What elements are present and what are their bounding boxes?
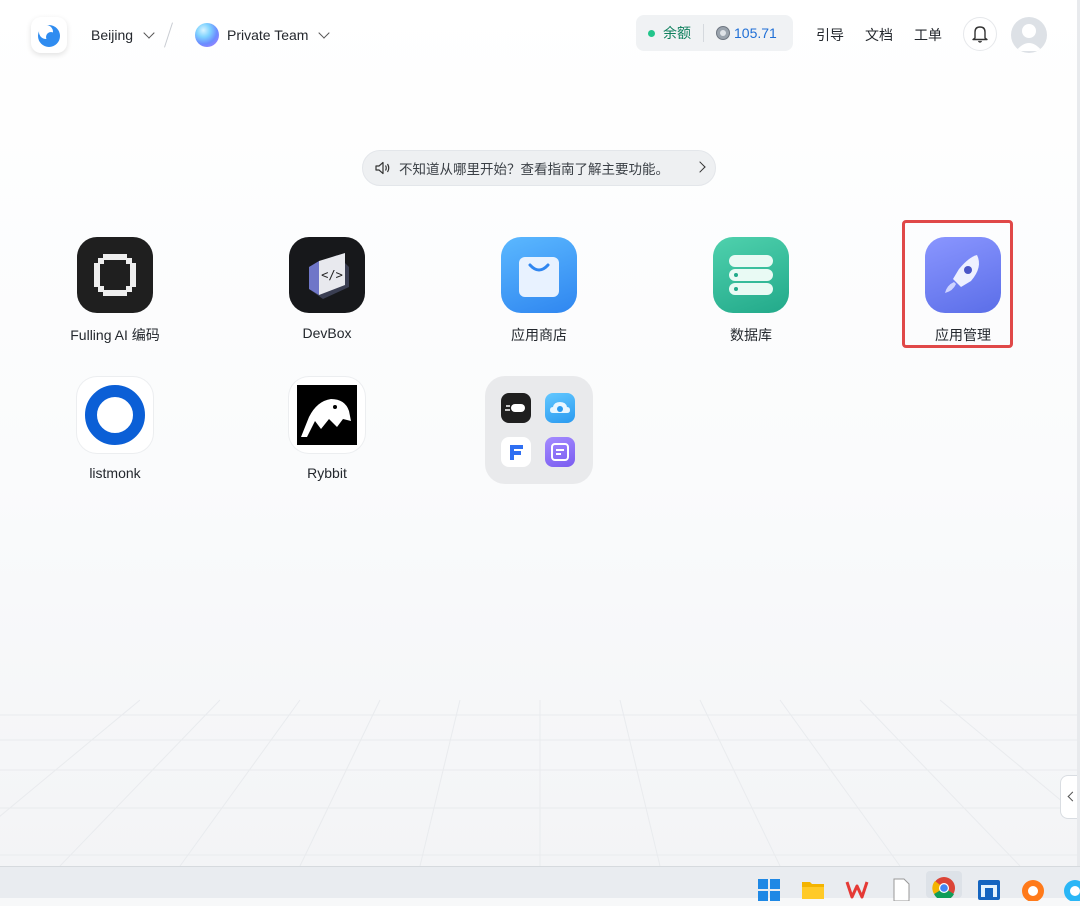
app-store[interactable]: 应用商店	[459, 237, 619, 345]
team-selector[interactable]: Private Team	[195, 23, 331, 47]
windows-start-icon[interactable]	[757, 877, 781, 901]
chrome-icon[interactable]	[926, 871, 962, 901]
balance-label: 余额	[663, 25, 691, 41]
form-icon	[545, 437, 575, 467]
app-fulling-ai[interactable]: Fulling AI 编码	[35, 237, 195, 345]
devbox-icon: </>	[289, 237, 365, 313]
nav-docs-link[interactable]: 文档	[865, 25, 893, 45]
chevron-right-icon	[694, 161, 706, 173]
windows-taskbar	[0, 866, 1080, 902]
chevron-down-icon	[143, 26, 155, 39]
fulling-ai-icon	[77, 237, 153, 313]
guide-banner-text: 不知道从哪里开始？查看指南了解主要功能。	[399, 162, 669, 177]
wps-icon[interactable]	[845, 877, 869, 901]
app-label: 数据库	[730, 327, 772, 343]
balance-widget[interactable]: 余额 105.71	[636, 15, 793, 51]
listmonk-ring-icon	[77, 377, 153, 453]
sealos-logo[interactable]	[31, 17, 67, 53]
app-store-bag-icon	[501, 237, 577, 313]
speed-icon	[501, 393, 531, 423]
app-folder[interactable]	[485, 376, 593, 484]
browser-icon[interactable]	[1063, 877, 1080, 902]
region-label: Beijing	[91, 27, 134, 43]
app-label: listmonk	[89, 465, 141, 481]
speaker-icon	[375, 161, 390, 175]
nav-ticket-link[interactable]: 工单	[914, 25, 942, 45]
user-avatar[interactable]	[1011, 17, 1047, 53]
app-label: Rybbit	[307, 465, 347, 481]
orange-app-icon[interactable]	[1021, 877, 1045, 902]
app-devbox[interactable]: </> DevBox	[247, 237, 407, 341]
highlight-box	[902, 220, 1013, 348]
nav-guide-link[interactable]: 引导	[816, 25, 844, 45]
chevron-down-icon	[318, 26, 331, 39]
app-rybbit[interactable]: Rybbit	[247, 377, 407, 481]
balance-divider	[703, 24, 704, 42]
f-logo-icon	[501, 437, 531, 467]
breadcrumb-separator	[164, 22, 173, 48]
balance-value: 105.71	[734, 25, 777, 41]
app-database[interactable]: 数据库	[671, 237, 831, 345]
guide-banner[interactable]: 不知道从哪里开始？查看指南了解主要功能。	[362, 150, 716, 186]
app-window-icon[interactable]	[977, 877, 1001, 901]
rybbit-frog-icon	[289, 377, 365, 453]
file-explorer-icon[interactable]	[801, 877, 825, 901]
blank-file-icon[interactable]	[889, 877, 913, 902]
app-label: 应用商店	[511, 327, 567, 343]
cloud-icon	[545, 393, 575, 423]
balance-status-dot	[648, 29, 655, 37]
app-label: DevBox	[302, 325, 352, 341]
database-icon	[713, 237, 789, 313]
svg-text:</>: </>	[321, 268, 343, 282]
app-label: Fulling AI 编码	[70, 327, 160, 343]
app-listmonk[interactable]: listmonk	[35, 377, 195, 481]
region-selector[interactable]: Beijing	[91, 24, 155, 46]
team-avatar-icon	[195, 23, 219, 47]
team-label: Private Team	[227, 27, 309, 43]
coin-icon	[716, 26, 730, 40]
desktop-area: Beijing Private Team 余额 105.71 引导 文档 工单	[0, 0, 1080, 866]
notification-bell-icon[interactable]	[963, 17, 997, 51]
